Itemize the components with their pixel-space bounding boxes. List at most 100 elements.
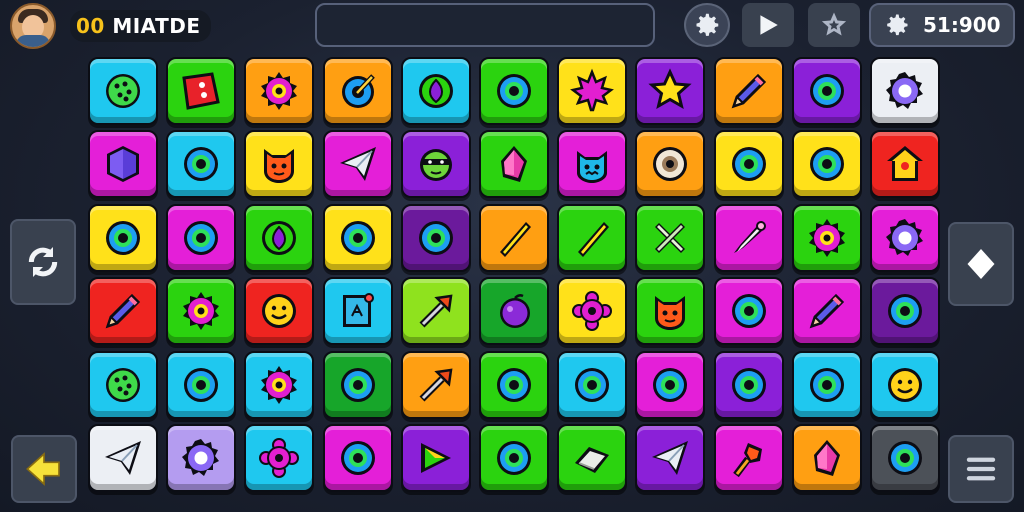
target-arrow-icon: [342, 74, 375, 108]
tile[interactable]: [479, 424, 549, 492]
cat-face-icon: [264, 149, 294, 183]
tile[interactable]: [323, 130, 393, 198]
ring-icon: [732, 294, 766, 328]
pennant-icon: [421, 443, 451, 473]
hint-button[interactable]: [948, 222, 1014, 306]
tile[interactable]: [870, 424, 940, 492]
tile[interactable]: [166, 57, 236, 125]
tile[interactable]: [479, 57, 549, 125]
tile[interactable]: [792, 57, 862, 125]
tile[interactable]: [88, 424, 158, 492]
tile[interactable]: [714, 424, 784, 492]
tile[interactable]: [870, 204, 940, 272]
tile[interactable]: [244, 424, 314, 492]
tile[interactable]: [714, 204, 784, 272]
player-name: MIATDE: [112, 14, 201, 38]
cube-icon: [107, 146, 139, 182]
tile[interactable]: [635, 204, 705, 272]
player-panel[interactable]: 00 MIATDE: [10, 3, 211, 49]
tile[interactable]: [401, 424, 471, 492]
tile[interactable]: [479, 130, 549, 198]
tile[interactable]: [166, 204, 236, 272]
tile[interactable]: [714, 57, 784, 125]
tile[interactable]: [557, 57, 627, 125]
tile[interactable]: [792, 424, 862, 492]
pencil-icon: [731, 73, 767, 109]
tile[interactable]: [166, 130, 236, 198]
tile[interactable]: [870, 351, 940, 419]
tile[interactable]: [401, 57, 471, 125]
tile[interactable]: [635, 130, 705, 198]
tile[interactable]: [323, 424, 393, 492]
tile[interactable]: [635, 57, 705, 125]
tile[interactable]: [714, 277, 784, 345]
hamburger-menu-icon: [966, 457, 996, 481]
flower-ring-icon: [572, 291, 612, 331]
play-button[interactable]: [742, 3, 794, 47]
tile[interactable]: [635, 424, 705, 492]
tile[interactable]: [792, 130, 862, 198]
tile[interactable]: [88, 57, 158, 125]
tile[interactable]: [635, 277, 705, 345]
tile[interactable]: [714, 130, 784, 198]
tile[interactable]: [557, 204, 627, 272]
pencil-icon: [809, 293, 845, 329]
tile[interactable]: [244, 130, 314, 198]
tile[interactable]: [401, 277, 471, 345]
tile[interactable]: [244, 57, 314, 125]
ring-icon: [810, 368, 844, 402]
tile[interactable]: [244, 351, 314, 419]
tile[interactable]: [88, 277, 158, 345]
tile[interactable]: [635, 351, 705, 419]
tile[interactable]: [714, 351, 784, 419]
tile[interactable]: [557, 424, 627, 492]
tile[interactable]: [792, 351, 862, 419]
tile[interactable]: [557, 277, 627, 345]
pencil-icon: [105, 293, 141, 329]
tile[interactable]: [479, 204, 549, 272]
gear-icon: [696, 13, 719, 36]
tile[interactable]: [166, 351, 236, 419]
tile[interactable]: [479, 351, 549, 419]
tile[interactable]: [88, 204, 158, 272]
tile[interactable]: [557, 130, 627, 198]
tile[interactable]: [88, 130, 158, 198]
tile[interactable]: [166, 424, 236, 492]
arrow-icon: [419, 368, 453, 402]
avatar[interactable]: [10, 3, 56, 49]
eraser-icon: [575, 447, 609, 473]
ring-icon: [341, 368, 375, 402]
tile[interactable]: [401, 130, 471, 198]
search-bar[interactable]: [315, 3, 655, 47]
tile[interactable]: [557, 351, 627, 419]
house-icon: [887, 146, 923, 181]
cat-face-icon: [655, 296, 685, 330]
score-panel: 51:900: [869, 3, 1015, 47]
tile[interactable]: [870, 57, 940, 125]
tile[interactable]: [323, 351, 393, 419]
shuffle-button[interactable]: [10, 219, 76, 305]
ninja-face-icon: [420, 149, 452, 181]
tile[interactable]: [166, 277, 236, 345]
tile[interactable]: [323, 204, 393, 272]
achievements-button[interactable]: [808, 3, 860, 47]
menu-button[interactable]: [948, 435, 1014, 503]
tile[interactable]: [88, 351, 158, 419]
tile[interactable]: [792, 204, 862, 272]
ring-icon: [497, 368, 531, 402]
ring-icon: [184, 221, 218, 255]
tile[interactable]: [870, 277, 940, 345]
tile[interactable]: [401, 204, 471, 272]
back-button[interactable]: [11, 435, 77, 503]
tile[interactable]: [323, 277, 393, 345]
tile[interactable]: [792, 277, 862, 345]
tile[interactable]: [401, 351, 471, 419]
tile[interactable]: [870, 130, 940, 198]
tile[interactable]: [479, 277, 549, 345]
settings-button[interactable]: [684, 3, 730, 47]
tile[interactable]: [244, 277, 314, 345]
paper-plane-icon: [652, 441, 688, 475]
tile-board: [88, 57, 940, 497]
tile[interactable]: [323, 57, 393, 125]
tile[interactable]: [244, 204, 314, 272]
